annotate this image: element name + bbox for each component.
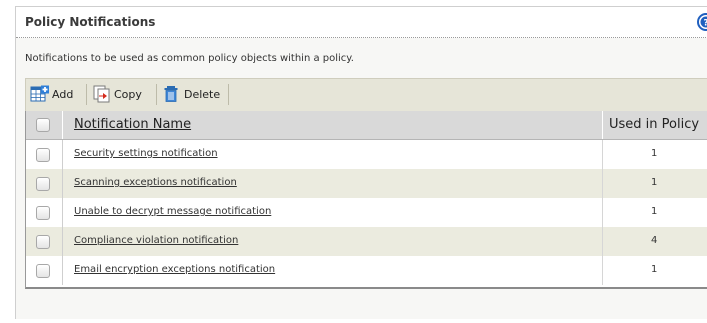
add-label: Add bbox=[52, 87, 74, 101]
row-checkbox[interactable] bbox=[36, 234, 50, 249]
toolbar-separator bbox=[228, 84, 229, 105]
notification-name-link[interactable]: Scanning exceptions notification bbox=[74, 177, 237, 188]
trash-icon bbox=[164, 86, 178, 102]
notification-name-link[interactable]: Compliance violation notification bbox=[74, 235, 238, 246]
notification-name-link[interactable]: Security settings notification bbox=[74, 148, 218, 159]
column-header-used-in-policy: Used in Policy bbox=[609, 117, 700, 132]
column-header-notification-name[interactable]: Notification Name bbox=[74, 117, 191, 132]
used-in-policy-count: 1 bbox=[651, 177, 658, 188]
panel-description: Notifications to be used as common polic… bbox=[25, 53, 354, 64]
used-in-policy-cell: 1 bbox=[602, 169, 707, 198]
add-icon bbox=[30, 85, 49, 102]
copy-button[interactable]: Copy bbox=[92, 83, 142, 105]
used-in-policy-cell: 1 bbox=[602, 140, 707, 169]
header-checkbox-cell bbox=[26, 111, 63, 139]
used-in-policy-cell: 1 bbox=[602, 198, 707, 227]
row-checkbox[interactable] bbox=[36, 205, 50, 220]
toolbar: Add Copy Delete bbox=[25, 78, 707, 111]
table-row[interactable]: Security settings notification 1 bbox=[26, 140, 707, 169]
table-row[interactable]: Scanning exceptions notification 1 bbox=[26, 169, 707, 198]
select-all-checkbox[interactable] bbox=[36, 118, 50, 132]
delete-button[interactable]: Delete bbox=[162, 83, 220, 105]
help-icon[interactable]: ? bbox=[697, 13, 707, 31]
copy-icon bbox=[93, 85, 110, 103]
used-in-policy-count: 4 bbox=[651, 235, 658, 246]
add-button[interactable]: Add bbox=[30, 83, 73, 105]
used-in-policy-cell: 1 bbox=[602, 256, 707, 285]
panel-title-bar: Policy Notifications ? bbox=[16, 7, 707, 38]
used-in-policy-count: 1 bbox=[651, 264, 658, 275]
svg-text:?: ? bbox=[703, 19, 707, 29]
table-row[interactable]: Unable to decrypt message notification 1 bbox=[26, 198, 707, 227]
used-in-policy-count: 1 bbox=[651, 148, 658, 159]
row-checkbox-cell bbox=[26, 140, 63, 169]
row-checkbox-cell bbox=[26, 256, 63, 285]
delete-label: Delete bbox=[184, 87, 221, 101]
row-checkbox-cell bbox=[26, 227, 63, 256]
row-checkbox[interactable] bbox=[36, 263, 50, 278]
copy-label: Copy bbox=[114, 87, 142, 101]
row-checkbox-cell bbox=[26, 198, 63, 227]
notification-name-link[interactable]: Email encryption exceptions notification bbox=[74, 264, 275, 275]
policy-notifications-panel: Policy Notifications ? Notifications to … bbox=[15, 6, 707, 319]
column-header-used-in-policy-cell[interactable]: Used in Policy bbox=[602, 111, 707, 139]
notifications-table: Notification Name Used in Policy Securit… bbox=[25, 111, 707, 289]
notification-name-link[interactable]: Unable to decrypt message notification bbox=[74, 206, 271, 217]
toolbar-separator bbox=[86, 84, 87, 105]
row-checkbox-cell bbox=[26, 169, 63, 198]
table-row[interactable]: Email encryption exceptions notification… bbox=[26, 256, 707, 285]
toolbar-separator bbox=[156, 84, 157, 105]
row-checkbox[interactable] bbox=[36, 147, 50, 162]
table-row[interactable]: Compliance violation notification 4 bbox=[26, 227, 707, 256]
used-in-policy-count: 1 bbox=[651, 206, 658, 217]
used-in-policy-cell: 4 bbox=[602, 227, 707, 256]
table-header: Notification Name Used in Policy bbox=[26, 111, 707, 140]
row-checkbox[interactable] bbox=[36, 176, 50, 191]
panel-title: Policy Notifications bbox=[25, 15, 156, 29]
